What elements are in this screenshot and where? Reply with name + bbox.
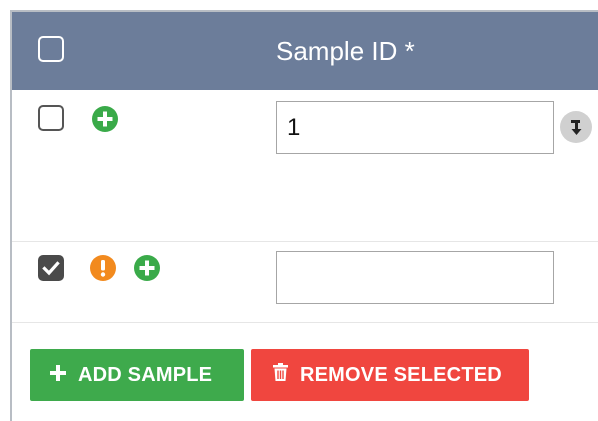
select-all-checkbox[interactable] bbox=[38, 36, 64, 62]
add-sample-label: ADD SAMPLE bbox=[78, 363, 213, 386]
row-checkbox-checked[interactable] bbox=[38, 255, 64, 281]
table-row bbox=[12, 243, 598, 323]
sample-id-column-header: Sample ID * bbox=[276, 36, 415, 66]
fill-down-arrow-icon[interactable] bbox=[560, 111, 592, 143]
remove-selected-label: REMOVE SELECTED bbox=[300, 363, 502, 386]
add-sample-button[interactable]: ADD SAMPLE bbox=[30, 349, 244, 401]
sample-id-input[interactable] bbox=[276, 101, 554, 154]
table-header: Sample ID * bbox=[12, 12, 598, 90]
table-row bbox=[12, 90, 598, 242]
sample-id-input[interactable] bbox=[276, 251, 554, 304]
add-row-plus-icon[interactable] bbox=[92, 106, 118, 132]
trash-icon bbox=[273, 363, 288, 387]
warning-exclamation-icon bbox=[90, 255, 116, 281]
add-row-plus-icon[interactable] bbox=[134, 255, 160, 281]
row-checkbox[interactable] bbox=[38, 105, 64, 131]
plus-icon bbox=[50, 364, 66, 387]
remove-selected-button[interactable]: REMOVE SELECTED bbox=[251, 349, 529, 401]
